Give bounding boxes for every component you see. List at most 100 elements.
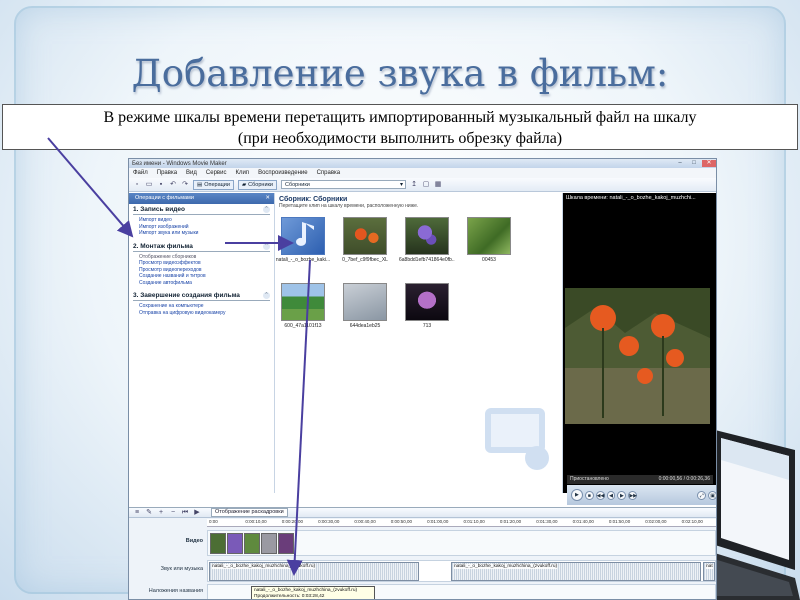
clip-caption: 600_47a1101f13: [284, 323, 322, 329]
forward-icon[interactable]: ▶▶: [628, 490, 638, 500]
play-timeline-icon[interactable]: ▶: [193, 509, 201, 517]
audio-levels-icon[interactable]: ≡: [133, 509, 141, 517]
clip-image[interactable]: 6a8bdd1efb741864e0fb...: [399, 217, 455, 263]
preview-title: Шкала времени: natali_-_o_bozhe_kakoj_mu…: [566, 195, 696, 201]
task-section-capture: 1. Запись видео ⌃ Импорт видео Импорт изо…: [129, 204, 274, 237]
ruler-tick: 0:01:00,00: [427, 519, 449, 524]
zoom-out-icon[interactable]: −: [169, 509, 177, 517]
ruler-tick: 0:00:10,00: [245, 519, 267, 524]
video-clip[interactable]: [210, 533, 226, 554]
main-area: Операции с фильмами ✕ 1. Запись видео ⌃ И…: [129, 193, 716, 493]
clip-tooltip: natali_-_o_bozhe_kakoj_muzhchina_(zvukof…: [251, 586, 375, 599]
clip-thumbnail: [405, 217, 449, 255]
collection-title: Сборник: Сборники: [279, 196, 348, 203]
redo-icon[interactable]: ↷: [181, 181, 189, 189]
section-title: 3. Завершение создания фильма: [133, 292, 240, 299]
clip-image[interactable]: 644dea1eb25: [337, 283, 393, 329]
collection-combo[interactable]: Сборники: [281, 180, 406, 189]
operations-button[interactable]: ▤ Операции: [193, 179, 234, 190]
up-folder-icon[interactable]: ↥: [410, 181, 418, 189]
video-clip[interactable]: [278, 533, 294, 554]
video-track[interactable]: [207, 530, 716, 556]
close-pane-icon[interactable]: ✕: [265, 193, 270, 204]
storyboard-toggle[interactable]: Отображение раскадровки: [211, 508, 288, 517]
menu-clip[interactable]: Клип: [235, 170, 249, 176]
section-title: 2. Монтаж фильма: [133, 242, 193, 250]
ruler-tick: 0:01:50,00: [608, 519, 631, 524]
stop-icon[interactable]: ■: [584, 490, 594, 500]
menu-view[interactable]: Вид: [186, 170, 197, 176]
window-title: Без имени - Windows Movie Maker: [132, 160, 227, 167]
collection-hint: Перетащите клип на шкалу времени, распол…: [279, 203, 419, 209]
movie-maker-window: Без имени - Windows Movie Maker – □ ✕ Фа…: [128, 158, 717, 600]
preview-monitor: Шкала времени: natali_-_o_bozhe_kakoj_mu…: [563, 193, 716, 493]
tooltip-duration: Продолжительность: 0:03:28,42: [254, 594, 325, 599]
collection-pane: Сборник: Сборники Перетащите клип на шка…: [275, 193, 563, 493]
collections-button[interactable]: ▰ Сборники: [237, 179, 277, 190]
callout-line-1: В режиме шкалы времени перетащить импорт…: [103, 109, 697, 126]
tasks-header: Операции с фильмами ✕: [129, 193, 274, 204]
narration-icon[interactable]: ✎: [145, 509, 153, 517]
titles-track-label: Наложения названия: [148, 588, 203, 594]
collapse-icon[interactable]: ⌃: [263, 206, 270, 213]
audio-clip-label: natali_-_o_bozhe_kakoj_muzhchina_(zvukof…: [212, 564, 316, 569]
rewind-timeline-icon[interactable]: ⏮: [181, 509, 189, 517]
task-import-audio[interactable]: Импорт звука или музыки: [139, 230, 270, 237]
laptop-clipart: [705, 430, 800, 600]
ruler-tick: 0:02:00,00: [645, 519, 667, 524]
time-ruler: 0:00 0:00:10,00 0:00:20,00 0:00:30,00 0:00:4…: [207, 519, 716, 527]
task-section-finish: 3. Завершение создания фильма ⌃ Сохранени…: [129, 290, 274, 316]
clip-caption: natali_-_o_bozhe_kaki...: [275, 257, 331, 263]
audio-clip[interactable]: natali_-_o_bozhe_kakoj_muzhchina_(zvukof…: [451, 562, 701, 581]
view-options-icon[interactable]: ▦: [434, 181, 442, 189]
tasks-header-label: Операции с фильмами: [135, 195, 194, 201]
clip-image[interactable]: 0_7bef_c9f9fbec_XL: [337, 217, 393, 263]
minimize-button[interactable]: –: [674, 160, 686, 167]
task-automovie[interactable]: Создание автофильма: [139, 280, 270, 287]
playback-time: 0:00:00,56 / 0:00:26,36: [658, 476, 710, 482]
clip-image[interactable]: 600_47a1101f13: [275, 283, 331, 329]
rewind-icon[interactable]: ◀◀: [595, 490, 605, 500]
ruler-tick: 0:00:30,00: [318, 519, 340, 524]
play-icon[interactable]: ▶: [571, 489, 583, 501]
open-project-icon[interactable]: ▭: [145, 181, 153, 189]
save-project-icon[interactable]: ▪: [157, 181, 165, 189]
audio-clip[interactable]: nat: [703, 562, 715, 581]
audio-clip[interactable]: natali_-_o_bozhe_kakoj_muzhchina_(zvukof…: [209, 562, 419, 581]
clip-image[interactable]: 00453: [461, 217, 517, 263]
menu-tools[interactable]: Сервис: [206, 170, 227, 176]
clip-audio[interactable]: natali_-_o_bozhe_kaki...: [275, 217, 331, 263]
audio-clip-label: nat: [706, 564, 713, 569]
collapse-icon[interactable]: ⌃: [263, 292, 270, 299]
task-send-camera[interactable]: Отправка на цифровую видеокамеру: [139, 310, 270, 317]
menu-file[interactable]: Файл: [133, 170, 148, 176]
video-clip[interactable]: [261, 533, 277, 554]
video-clip[interactable]: [227, 533, 243, 554]
playback-status: Приостановлено: [570, 476, 609, 482]
ruler-tick: 0:01:20,00: [499, 519, 522, 524]
zoom-in-icon[interactable]: +: [157, 509, 165, 517]
preview-frame: [565, 288, 710, 424]
collapse-icon[interactable]: ⌃: [263, 242, 270, 250]
next-frame-icon[interactable]: ▶: [617, 490, 627, 500]
audio-clip-label: natali_-_o_bozhe_kakoj_muzhchina_(zvukof…: [454, 564, 558, 569]
maximize-button[interactable]: □: [688, 160, 700, 167]
video-clip[interactable]: [244, 533, 260, 554]
fullscreen-icon[interactable]: ⤢: [697, 490, 707, 500]
menu-help[interactable]: Справка: [317, 170, 341, 176]
snapshot-icon[interactable]: ▣: [708, 490, 716, 500]
ruler-tick: 0:01:30,00: [536, 519, 558, 524]
undo-icon[interactable]: ↶: [169, 181, 177, 189]
close-button[interactable]: ✕: [702, 160, 716, 167]
ruler-tick: 0:00: [209, 519, 218, 524]
menu-edit[interactable]: Правка: [157, 170, 177, 176]
new-folder-icon[interactable]: ▢: [422, 181, 430, 189]
new-project-icon[interactable]: ▫: [133, 181, 141, 189]
section-title: 1. Запись видео: [133, 206, 185, 213]
clip-caption: 713: [422, 323, 432, 329]
audio-track-label: Звук или музыка: [160, 566, 203, 572]
audio-track[interactable]: natali_-_o_bozhe_kakoj_muzhchina_(zvukof…: [207, 560, 716, 582]
prev-frame-icon[interactable]: ◀: [606, 490, 616, 500]
clip-image[interactable]: 713: [399, 283, 455, 329]
menu-playback[interactable]: Воспроизведение: [258, 170, 308, 176]
